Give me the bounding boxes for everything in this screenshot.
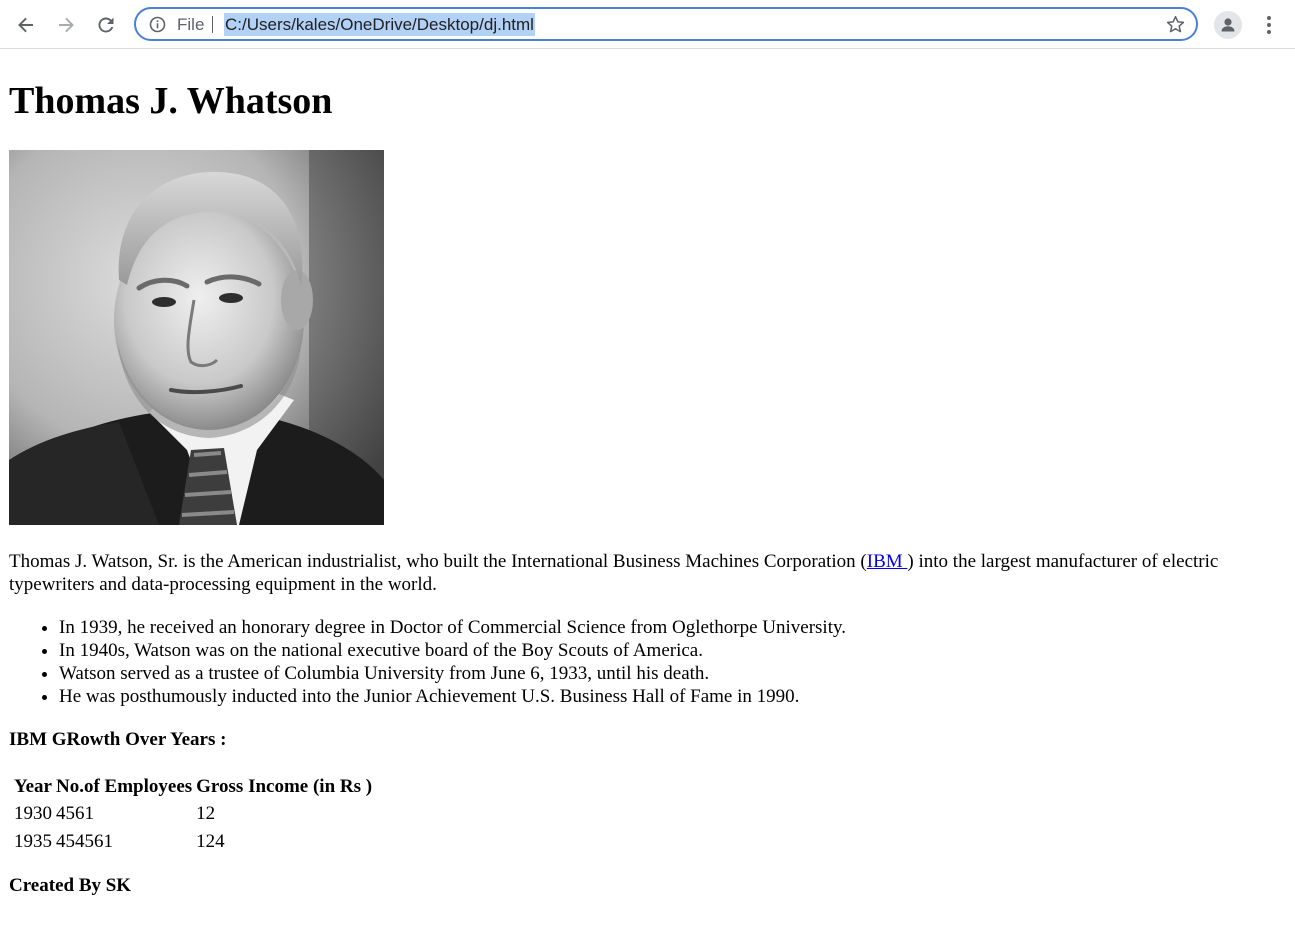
table-cell: 12 (196, 803, 216, 824)
page-title: Thomas J. Whatson (9, 80, 333, 122)
column-header: Gross Income (in Rs ) (196, 776, 373, 797)
url-input[interactable]: C:/Users/kales/OneDrive/Desktop/dj.html (224, 13, 535, 36)
table-cell: 1935 (14, 831, 52, 852)
profile-avatar-icon (1221, 18, 1235, 32)
address-bar[interactable]: File C:/Users/kales/OneDrive/Desktop/dj.… (134, 7, 1198, 41)
table-row: 1935 454561 124 (13, 829, 373, 855)
back-arrow-icon (18, 17, 33, 33)
table-cell: 4561 (56, 803, 94, 824)
footer-credit: Created By SK (9, 875, 132, 896)
column-header: Year (14, 776, 52, 797)
reload-icon (98, 17, 114, 33)
forward-arrow-icon (59, 17, 74, 33)
intro-text-before: Thomas J. Watson, Sr. is the American in… (9, 551, 867, 572)
table-row: 1930 4561 12 (13, 801, 373, 827)
url-scheme-label: File (177, 15, 205, 34)
back-button[interactable] (10, 9, 42, 41)
portrait-photo (9, 150, 384, 525)
browser-toolbar: File C:/Users/kales/OneDrive/Desktop/dj.… (0, 0, 1295, 49)
forward-button[interactable] (50, 9, 82, 41)
reload-button[interactable] (90, 9, 122, 41)
list-item: In 1940s, Watson was on the national exe… (59, 639, 1259, 662)
ibm-link[interactable]: IBM (867, 551, 908, 572)
growth-table: Year No.of Employees Gross Income (in Rs… (11, 772, 375, 857)
omnibox-divider (212, 16, 213, 33)
profile-avatar[interactable] (1214, 11, 1242, 39)
column-header: No.of Employees (56, 776, 193, 797)
list-item: He was posthumously inducted into the Ju… (59, 685, 1259, 708)
table-cell: 124 (196, 831, 225, 852)
table-cell: 454561 (56, 831, 113, 852)
kebab-menu-icon[interactable] (1260, 12, 1278, 38)
table-header-row: Year No.of Employees Gross Income (in Rs… (13, 774, 373, 799)
list-item: In 1939, he received an honorary degree … (59, 616, 1259, 639)
star-icon[interactable] (1166, 15, 1185, 34)
info-icon[interactable] (149, 16, 166, 33)
intro-paragraph: Thomas J. Watson, Sr. is the American in… (9, 550, 1289, 596)
list-item: Watson served as a trustee of Columbia U… (59, 662, 1259, 685)
facts-list: In 1939, he received an honorary degree … (9, 616, 1259, 708)
table-cell: 1930 (14, 803, 52, 824)
growth-heading: IBM GRowth Over Years : (9, 729, 227, 750)
